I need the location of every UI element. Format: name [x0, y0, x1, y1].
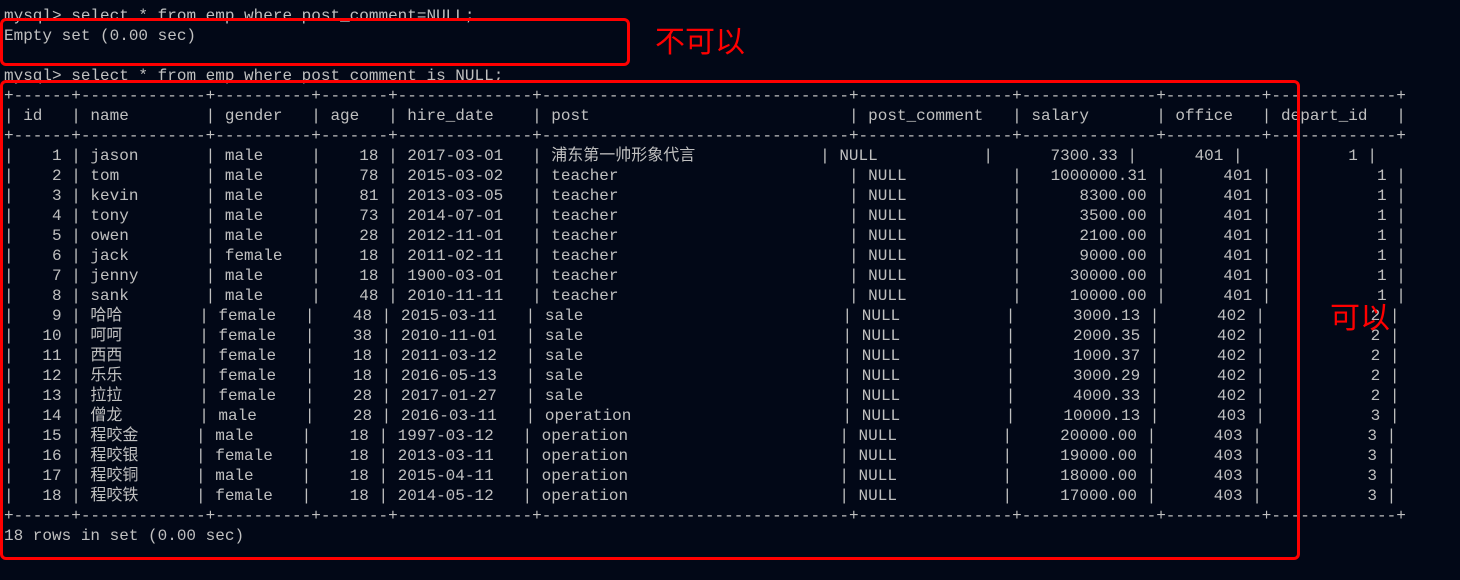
table-row: | 6 | jack | female | 18 | 2011-02-11 | …: [4, 246, 1456, 266]
table-row: | 4 | tony | male | 73 | 2014-07-01 | te…: [4, 206, 1456, 226]
table-row: | 9 | 哈哈 | female | 48 | 2015-03-11 | sa…: [4, 306, 1456, 326]
table-row: | 18 | 程咬铁 | female | 18 | 2014-05-12 | …: [4, 486, 1456, 506]
table-row: | 16 | 程咬银 | female | 18 | 2013-03-11 | …: [4, 446, 1456, 466]
table-row: | 8 | sank | male | 48 | 2010-11-11 | te…: [4, 286, 1456, 306]
annotation-label-bad: 不可以: [655, 24, 745, 62]
table-row: | 17 | 程咬铜 | male | 18 | 2015-04-11 | op…: [4, 466, 1456, 486]
query2-footer: 18 rows in set (0.00 sec): [4, 526, 1456, 546]
table-row: | 2 | tom | male | 78 | 2015-03-02 | tea…: [4, 166, 1456, 186]
query1-command: select * from emp where post_comment=NUL…: [71, 7, 474, 25]
query2-command: select * from emp where post_comment is …: [71, 67, 503, 85]
table-row: | 5 | owen | male | 28 | 2012-11-01 | te…: [4, 226, 1456, 246]
prompt: mysql>: [4, 67, 71, 85]
table-row: +------+-------------+----------+-------…: [4, 506, 1456, 526]
query2-line: mysql> select * from emp where post_comm…: [4, 66, 1456, 86]
table-row: +------+-------------+----------+-------…: [4, 126, 1456, 146]
table-row: | 1 | jason | male | 18 | 2017-03-01 | 浦…: [4, 146, 1456, 166]
table-row: | 3 | kevin | male | 81 | 2013-03-05 | t…: [4, 186, 1456, 206]
table-row: | 13 | 拉拉 | female | 28 | 2017-01-27 | s…: [4, 386, 1456, 406]
annotation-label-good: 可以: [1330, 300, 1390, 338]
table-row: | id | name | gender | age | hire_date |…: [4, 106, 1456, 126]
table-row: | 7 | jenny | male | 18 | 1900-03-01 | t…: [4, 266, 1456, 286]
result-table: +------+-------------+----------+-------…: [4, 86, 1456, 526]
prompt: mysql>: [4, 7, 71, 25]
query1-line: mysql> select * from emp where post_comm…: [4, 6, 1456, 26]
table-row: +------+-------------+----------+-------…: [4, 86, 1456, 106]
table-row: | 15 | 程咬金 | male | 18 | 1997-03-12 | op…: [4, 426, 1456, 446]
table-row: | 14 | 僧龙 | male | 28 | 2016-03-11 | ope…: [4, 406, 1456, 426]
table-row: | 10 | 呵呵 | female | 38 | 2010-11-01 | s…: [4, 326, 1456, 346]
table-row: | 12 | 乐乐 | female | 18 | 2016-05-13 | s…: [4, 366, 1456, 386]
table-row: | 11 | 西西 | female | 18 | 2011-03-12 | s…: [4, 346, 1456, 366]
